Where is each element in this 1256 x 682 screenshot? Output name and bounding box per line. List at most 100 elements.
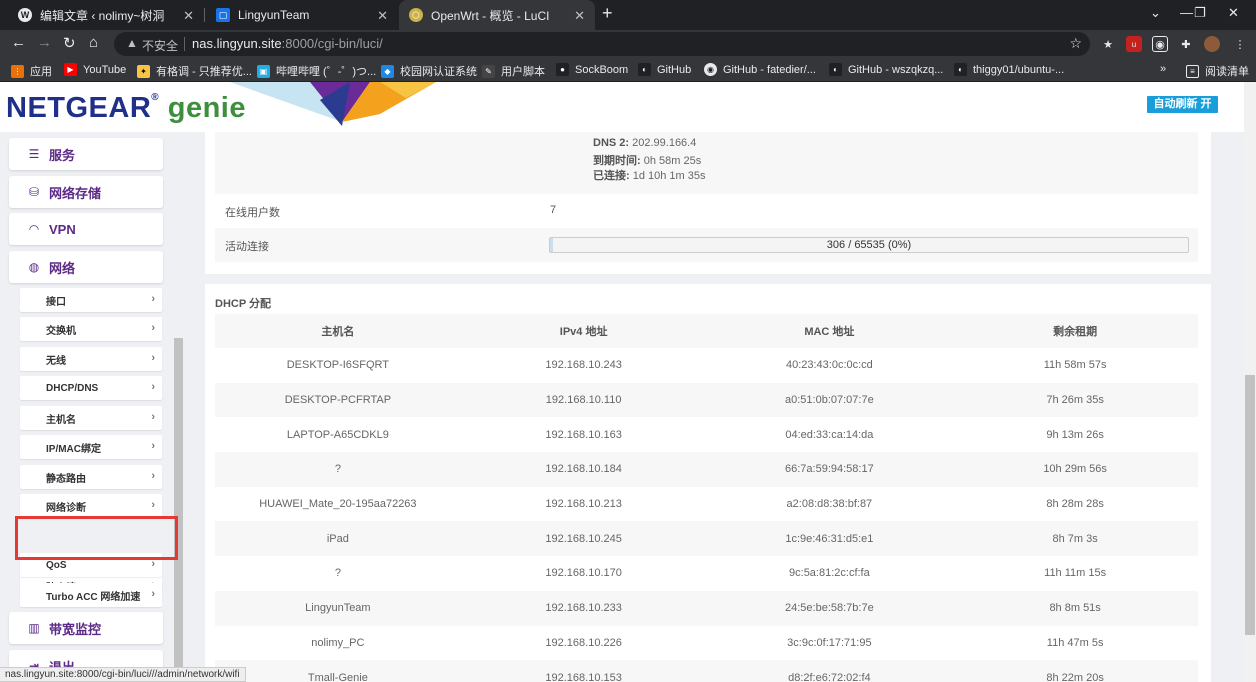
bookmark-apps[interactable]: ⋮ 应用: [11, 63, 52, 79]
sidebar-item-vpn[interactable]: ◠ VPN: [9, 213, 163, 245]
sidebar-subitem-label: IP/MAC绑定: [46, 443, 101, 455]
sidebar-subitem-diagnostics[interactable]: 网络诊断 ›: [20, 494, 162, 518]
forward-icon[interactable]: →: [37, 34, 52, 51]
bookmarks-overflow-button[interactable]: »: [1160, 63, 1166, 75]
new-tab-button[interactable]: +: [602, 3, 613, 24]
page-scrollbar-thumb[interactable]: [1245, 375, 1255, 635]
youtube-icon: ▶: [64, 63, 77, 76]
online-users-row: 在线用户数 7: [215, 194, 1198, 228]
back-icon[interactable]: ←: [11, 34, 26, 51]
bookmark-userscript[interactable]: ✎ 用户脚本: [482, 63, 545, 79]
tab-edit-article[interactable]: W 编辑文章 ‹ nolimy~树洞 ✕: [8, 0, 204, 30]
github-icon: ◐: [829, 63, 842, 76]
connected-line: 已连接: 1d 10h 1m 35s: [593, 167, 706, 183]
reading-list-button[interactable]: ≡ 阅读清单: [1186, 63, 1249, 79]
close-window-icon[interactable]: ✕: [1228, 5, 1239, 21]
sidebar-subitem-dhcp-dns[interactable]: DHCP/DNS ›: [20, 376, 162, 400]
cell-mac: 04:ed:33:ca:14:da: [706, 417, 953, 453]
bookmark-github-wszqkzq[interactable]: ◐ GitHub - wszqkzq...: [829, 63, 943, 76]
tab-search-icon[interactable]: ⌄: [1150, 5, 1161, 21]
address-bar[interactable]: ▲ 不安全 nas.lingyun.site:8000/cgi-bin/luci…: [114, 32, 1090, 56]
extension-star-icon[interactable]: ★: [1100, 36, 1116, 52]
minimize-icon[interactable]: —: [1180, 5, 1193, 20]
cell-lease: 8h 28m 28s: [952, 486, 1198, 522]
bookmark-star-icon[interactable]: ☆: [1069, 35, 1082, 52]
auto-refresh-toggle[interactable]: 自动刷新 开: [1147, 96, 1218, 113]
tab-title: LingyunTeam: [238, 8, 310, 22]
cell-lease: 8h 8m 51s: [952, 590, 1198, 626]
cell-hostname: HUAWEI_Mate_20-195aa72263: [215, 486, 461, 522]
github-icon: ◐: [638, 63, 651, 76]
table-row: DESKTOP-PCFRTAP 192.168.10.110 a0:51:0b:07…: [215, 382, 1198, 418]
connected-value: 1d 10h 1m 35s: [632, 170, 706, 182]
sidebar-subitem-wireless[interactable]: 无线 ›: [20, 347, 162, 371]
bookmark-campus[interactable]: ◆ 校园网认证系统: [381, 63, 477, 79]
sidebar-item-network[interactable]: ◍ 网络: [9, 251, 163, 283]
extension-icon[interactable]: ◉: [1152, 36, 1168, 52]
table-row: iPad 192.168.10.245 1c:9e:46:31:d5:e1 8h 7m…: [215, 521, 1198, 557]
bookmark-thiggy[interactable]: ◐ thiggy01/ubuntu-...: [954, 63, 1064, 76]
cell-mac: 1c:9e:46:31:d5:e1: [706, 521, 953, 557]
menu-dots-icon[interactable]: ⋮: [1232, 36, 1248, 52]
sidebar-subitem-turbo-acc[interactable]: Turbo ACC 网络加速 ›: [20, 583, 162, 607]
logo-decoration-graphic: [230, 82, 436, 126]
reading-list-label: 阅读清单: [1205, 66, 1249, 78]
wordpress-icon: W: [18, 8, 32, 22]
cell-ipv4: 192.168.10.170: [460, 556, 707, 591]
sidebar-scrollbar-thumb[interactable]: [174, 338, 183, 682]
sidebar-subitem-static-routes[interactable]: 静态路由 ›: [20, 465, 162, 489]
dns2-line: DNS 2: 202.99.166.4: [593, 137, 696, 149]
sidebar-item-bandwidth[interactable]: ▥ 带宽监控: [9, 612, 163, 644]
bookmark-github-fatedier[interactable]: ◉ GitHub - fatedier/...: [704, 63, 816, 76]
cell-hostname: iPad: [215, 521, 461, 557]
cell-ipv4: 192.168.10.233: [460, 590, 707, 626]
ublock-icon[interactable]: u: [1126, 36, 1142, 52]
bookmark-youge[interactable]: ✦ 有格调 - 只推荐优...: [137, 63, 252, 79]
bookmark-sockboom[interactable]: ● SockBoom: [556, 63, 628, 76]
progress-fill: [550, 238, 553, 252]
reload-icon[interactable]: ↻: [63, 34, 76, 52]
sidebar-item-label: 带宽监控: [49, 621, 102, 637]
avatar[interactable]: [1204, 36, 1220, 52]
table-header-row: 主机名 IPv4 地址 MAC 地址 剩余租期: [215, 314, 1198, 348]
puzzle-icon[interactable]: ✚: [1178, 36, 1194, 52]
cell-mac: a0:51:0b:07:07:7e: [706, 382, 953, 418]
url-text[interactable]: nas.lingyun.site:8000/cgi-bin/luci/: [192, 36, 383, 51]
close-tab-icon[interactable]: ✕: [574, 8, 585, 24]
tab-lingyunteam[interactable]: ▢ LingyunTeam ✕: [206, 0, 398, 30]
sidebar-subitem-hostnames[interactable]: 主机名 ›: [20, 406, 162, 430]
sockboom-icon: ●: [556, 63, 569, 76]
cell-lease: 11h 47m 5s: [952, 625, 1198, 661]
cell-mac: 66:7a:59:94:58:17: [706, 452, 953, 487]
maximize-icon[interactable]: ❐: [1194, 5, 1206, 21]
sidebar-item-services[interactable]: ☰ 服务: [9, 138, 163, 170]
active-connections-value: 306 / 65535 (0%): [826, 239, 912, 251]
sidebar-subitem-ip-mac-bind[interactable]: IP/MAC绑定 ›: [20, 435, 162, 459]
sidebar-subitem-label: 静态路由: [46, 473, 86, 485]
active-connections-progress: 306 / 65535 (0%): [549, 237, 1189, 253]
chevron-right-icon: ›: [151, 588, 155, 600]
openwrt-icon: ⬡: [409, 8, 423, 22]
bookmark-youtube[interactable]: ▶ YouTube: [64, 63, 126, 76]
cell-lease: 11h 11m 15s: [952, 556, 1198, 591]
reading-list-icon: ≡: [1186, 64, 1199, 78]
cell-ipv4: 192.168.10.213: [460, 486, 707, 522]
tab-title: 编辑文章 ‹ nolimy~树洞: [40, 8, 165, 23]
sidebar-item-storage[interactable]: ⛁ 网络存储: [9, 176, 163, 208]
home-icon[interactable]: ⌂: [89, 34, 98, 51]
sidebar-subitem-switch[interactable]: 交换机 ›: [20, 317, 162, 341]
network-status-card: DNS 2: 202.99.166.4 到期时间: 0h 58m 25s 已连接…: [205, 132, 1211, 274]
close-tab-icon[interactable]: ✕: [183, 8, 194, 24]
close-tab-icon[interactable]: ✕: [377, 8, 388, 24]
table-row: Tmall-Genie 192.168.10.153 d8:2f:e6:72:02:…: [215, 660, 1198, 682]
firewall-highlight-box: [15, 516, 178, 560]
browser-tab-strip: W 编辑文章 ‹ nolimy~树洞 ✕ ▢ LingyunTeam ✕ ⬡ O…: [0, 0, 1256, 30]
bookmark-github[interactable]: ◐ GitHub: [638, 63, 691, 76]
warning-icon[interactable]: ▲: [126, 36, 138, 50]
sidebar-subitem-interfaces[interactable]: 接口 ›: [20, 288, 162, 312]
bookmark-bilibili[interactable]: ▣ 哔哩哔哩 (゜-゜)つ...: [257, 63, 376, 79]
column-header-ipv4: IPv4 地址: [460, 314, 707, 348]
table-row: LingyunTeam 192.168.10.233 24:5e:be:58:7b:…: [215, 590, 1198, 626]
insecure-label[interactable]: 不安全: [142, 37, 178, 54]
tab-openwrt[interactable]: ⬡ OpenWrt - 概览 - LuCI ✕: [399, 0, 595, 30]
